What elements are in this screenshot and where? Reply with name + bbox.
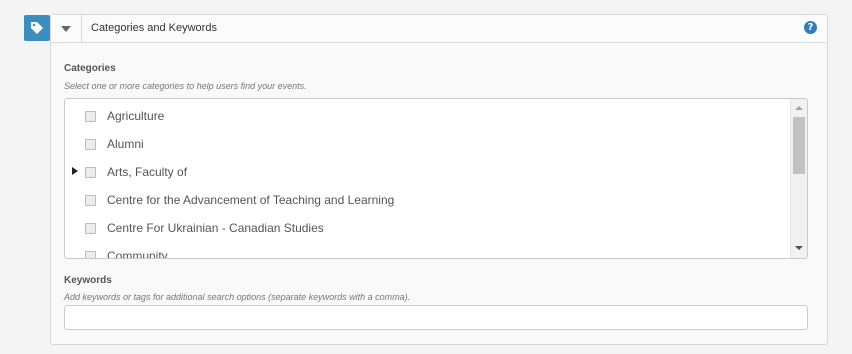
- panel-title: Categories and Keywords: [91, 22, 217, 34]
- keywords-label: Keywords: [64, 275, 112, 286]
- category-label: Alumni: [107, 137, 144, 151]
- list-item[interactable]: Alumni: [65, 130, 791, 158]
- scroll-up-icon[interactable]: [795, 106, 803, 110]
- caret-down-icon: [61, 25, 71, 32]
- category-label: Centre for the Advancement of Teaching a…: [107, 193, 395, 207]
- category-label: Arts, Faculty of: [107, 165, 188, 179]
- category-checkbox[interactable]: [85, 111, 96, 122]
- list-item[interactable]: Centre For Ukrainian - Canadian Studies: [65, 214, 791, 242]
- category-checkbox[interactable]: [85, 251, 96, 258]
- list-item[interactable]: Centre for the Advancement of Teaching a…: [65, 186, 791, 214]
- category-checkbox[interactable]: [85, 223, 96, 234]
- tag-icon: [24, 15, 50, 41]
- list-item[interactable]: Arts, Faculty of: [65, 158, 791, 186]
- list-item[interactable]: Agriculture: [65, 102, 791, 130]
- collapse-toggle-button[interactable]: [51, 15, 82, 42]
- expand-arrow-icon[interactable]: [72, 167, 78, 175]
- panel-header: Categories and Keywords ?: [51, 15, 827, 43]
- category-label: Agriculture: [107, 109, 165, 123]
- scroll-down-icon[interactable]: [795, 246, 803, 250]
- category-label: Community: [107, 249, 168, 259]
- category-list[interactable]: Agriculture Alumni Arts, Faculty of Cent…: [64, 98, 808, 259]
- categories-label: Categories: [64, 63, 116, 74]
- help-icon[interactable]: ?: [804, 21, 817, 34]
- categories-keywords-section: Categories and Keywords ? Categories Sel…: [0, 0, 852, 354]
- category-checkbox[interactable]: [85, 139, 96, 150]
- category-checkbox[interactable]: [85, 195, 96, 206]
- keywords-input[interactable]: [64, 305, 808, 330]
- category-checkbox[interactable]: [85, 167, 96, 178]
- category-list-scrollbar[interactable]: [790, 99, 807, 258]
- categories-keywords-panel: Categories and Keywords ? Categories Sel…: [50, 14, 828, 345]
- keywords-hint: Add keywords or tags for additional sear…: [64, 292, 411, 302]
- category-label: Centre For Ukrainian - Canadian Studies: [107, 221, 324, 235]
- scrollbar-thumb[interactable]: [793, 117, 805, 174]
- list-item[interactable]: Community: [65, 242, 791, 259]
- categories-hint: Select one or more categories to help us…: [64, 81, 307, 91]
